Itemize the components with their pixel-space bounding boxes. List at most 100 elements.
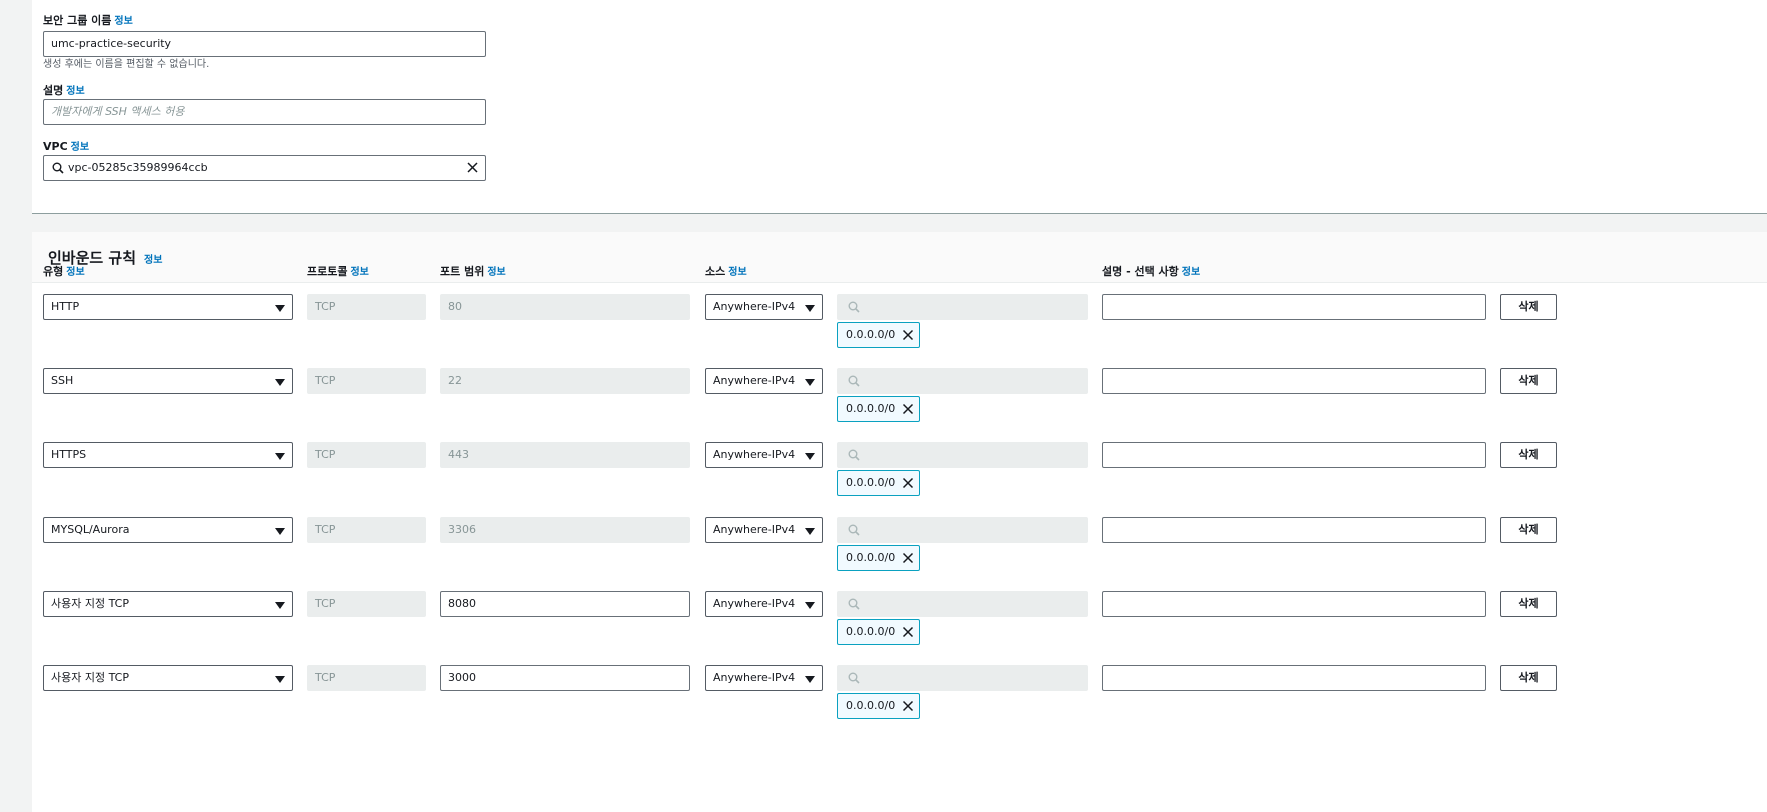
vpc-label: VPC 정보: [43, 138, 89, 153]
search-icon: [52, 162, 64, 174]
cidr-token-value: 0.0.0.0/0: [846, 551, 896, 564]
protocol-field: TCP: [307, 591, 426, 617]
source-value: Anywhere-IPv4: [713, 300, 796, 313]
column-header-type-text: 유형: [43, 265, 64, 278]
cidr-token-value: 0.0.0.0/0: [846, 476, 896, 489]
protocol-field: TCP: [307, 294, 426, 320]
remove-token-icon[interactable]: [902, 477, 914, 489]
cidr-token-value: 0.0.0.0/0: [846, 328, 896, 341]
vpc-search-input[interactable]: vpc-05285c35989964ccb: [43, 155, 486, 181]
rule-description-input[interactable]: [1102, 665, 1486, 691]
caret-down-icon: [275, 379, 285, 386]
inbound-rules-header: 인바운드 규칙 정보: [32, 232, 1767, 283]
description-label: 설명 정보: [43, 82, 85, 98]
source-value: Anywhere-IPv4: [713, 671, 796, 684]
type-select[interactable]: SSH: [43, 368, 293, 394]
rule-description-input[interactable]: [1102, 591, 1486, 617]
type-select[interactable]: HTTP: [43, 294, 293, 320]
delete-button[interactable]: 삭제: [1500, 517, 1557, 543]
rule-description-input[interactable]: [1102, 294, 1486, 320]
inbound-rules-info-link[interactable]: 정보: [144, 255, 162, 266]
type-info-link[interactable]: 정보: [66, 267, 84, 278]
security-group-name-label-text: 보안 그룹 이름: [43, 14, 112, 27]
caret-down-icon: [275, 602, 285, 609]
search-icon: [848, 598, 860, 610]
type-select[interactable]: HTTPS: [43, 442, 293, 468]
type-value: HTTPS: [51, 448, 87, 461]
description-info-link[interactable]: 정보: [66, 86, 84, 97]
caret-down-icon: [805, 528, 815, 535]
inbound-rule-row: HTTPS TCP 443 Anywhere-IPv4 0.0.0.0/0 삭제: [32, 442, 1767, 502]
delete-button[interactable]: 삭제: [1500, 294, 1557, 320]
cidr-token: 0.0.0.0/0: [837, 396, 920, 422]
rule-description-input[interactable]: [1102, 442, 1486, 468]
search-icon: [848, 524, 860, 536]
vpc-info-link[interactable]: 정보: [71, 142, 89, 153]
inbound-rule-row: MYSQL/Aurora TCP 3306 Anywhere-IPv4 0.0.…: [32, 517, 1767, 577]
delete-button[interactable]: 삭제: [1500, 665, 1557, 691]
security-group-name-input[interactable]: umc-practice-security: [43, 31, 486, 57]
source-value: Anywhere-IPv4: [713, 523, 796, 536]
port-range-input[interactable]: 8080: [440, 591, 690, 617]
caret-down-icon: [805, 453, 815, 460]
rule-description-input[interactable]: [1102, 517, 1486, 543]
protocol-info-link[interactable]: 정보: [350, 267, 368, 278]
type-select[interactable]: 사용자 지정 TCP: [43, 665, 293, 691]
delete-button[interactable]: 삭제: [1500, 442, 1557, 468]
column-header-port-range-text: 포트 범위: [440, 265, 485, 278]
description-column-info-link[interactable]: 정보: [1182, 267, 1200, 278]
cidr-token-value: 0.0.0.0/0: [846, 402, 896, 415]
remove-token-icon[interactable]: [902, 552, 914, 564]
protocol-field: TCP: [307, 442, 426, 468]
column-header-port-range: 포트 범위 정보: [440, 263, 506, 279]
protocol-field: TCP: [307, 368, 426, 394]
remove-token-icon[interactable]: [902, 700, 914, 712]
source-select[interactable]: Anywhere-IPv4: [705, 591, 823, 617]
port-range-input[interactable]: 3000: [440, 665, 690, 691]
port-range-info-link[interactable]: 정보: [487, 267, 505, 278]
remove-token-icon[interactable]: [902, 626, 914, 638]
source-select[interactable]: Anywhere-IPv4: [705, 368, 823, 394]
source-select[interactable]: Anywhere-IPv4: [705, 517, 823, 543]
cidr-search-input[interactable]: [837, 517, 1088, 543]
cidr-search-input[interactable]: [837, 442, 1088, 468]
caret-down-icon: [275, 453, 285, 460]
inbound-rule-row: 사용자 지정 TCP TCP 8080 Anywhere-IPv4 0.0.0.…: [32, 591, 1767, 651]
cidr-token-value: 0.0.0.0/0: [846, 625, 896, 638]
remove-token-icon[interactable]: [902, 329, 914, 341]
cidr-search-input[interactable]: [837, 294, 1088, 320]
security-group-name-label: 보안 그룹 이름 정보: [43, 12, 133, 28]
source-select[interactable]: Anywhere-IPv4: [705, 294, 823, 320]
source-select[interactable]: Anywhere-IPv4: [705, 665, 823, 691]
column-header-type: 유형 정보: [43, 263, 85, 279]
type-select[interactable]: 사용자 지정 TCP: [43, 591, 293, 617]
caret-down-icon: [805, 379, 815, 386]
rule-description-input[interactable]: [1102, 368, 1486, 394]
delete-button[interactable]: 삭제: [1500, 591, 1557, 617]
type-select[interactable]: MYSQL/Aurora: [43, 517, 293, 543]
delete-button[interactable]: 삭제: [1500, 368, 1557, 394]
description-input[interactable]: 개발자에게 SSH 액세스 허용: [43, 99, 486, 125]
type-value: 사용자 지정 TCP: [51, 597, 129, 610]
source-info-link[interactable]: 정보: [728, 267, 746, 278]
type-value: SSH: [51, 374, 74, 387]
remove-token-icon[interactable]: [902, 403, 914, 415]
source-value: Anywhere-IPv4: [713, 374, 796, 387]
cidr-search-input[interactable]: [837, 665, 1088, 691]
column-header-description-text: 설명 - 선택 사항: [1102, 265, 1179, 278]
search-icon: [848, 672, 860, 684]
cidr-token-value: 0.0.0.0/0: [846, 699, 896, 712]
source-select[interactable]: Anywhere-IPv4: [705, 442, 823, 468]
inbound-rule-row: SSH TCP 22 Anywhere-IPv4 0.0.0.0/0 삭제: [32, 368, 1767, 428]
caret-down-icon: [275, 305, 285, 312]
clear-icon[interactable]: [466, 161, 479, 174]
caret-down-icon: [275, 676, 285, 683]
cidr-search-input[interactable]: [837, 591, 1088, 617]
cidr-token: 0.0.0.0/0: [837, 619, 920, 645]
security-group-name-info-link[interactable]: 정보: [114, 16, 132, 27]
caret-down-icon: [805, 676, 815, 683]
caret-down-icon: [805, 602, 815, 609]
cidr-search-input[interactable]: [837, 368, 1088, 394]
cidr-token: 0.0.0.0/0: [837, 693, 920, 719]
cidr-token: 0.0.0.0/0: [837, 322, 920, 348]
